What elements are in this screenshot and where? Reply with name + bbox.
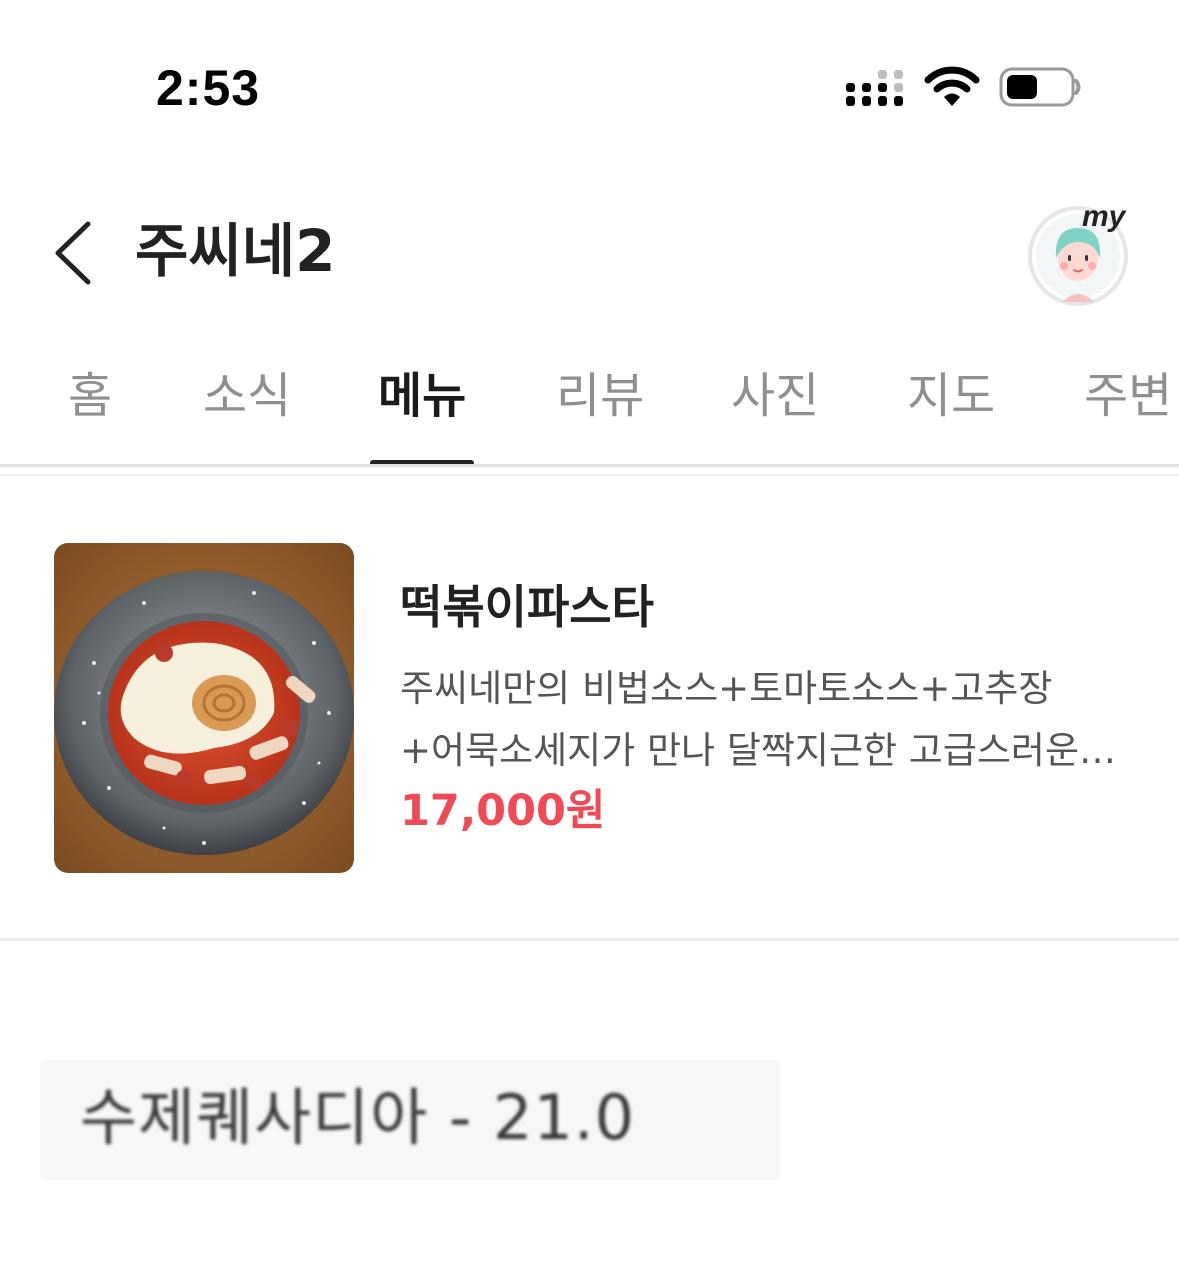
- wifi-icon: [924, 66, 980, 106]
- food-photo: [54, 543, 354, 873]
- menu-item[interactable]: 떡볶이파스타 주씨네만의 비법소스+토마토소스+고추장+어묵소세지가 만나 달짝…: [0, 478, 1179, 938]
- tab-nearby[interactable]: 주변: [1084, 364, 1172, 428]
- my-profile-button[interactable]: my: [1024, 198, 1142, 310]
- tab-home[interactable]: 홈: [68, 364, 112, 428]
- status-time: 2:53: [156, 60, 261, 116]
- tab-photos[interactable]: 사진: [731, 364, 819, 428]
- status-bar: 2:53: [0, 0, 1179, 150]
- menu-item-description: 주씨네만의 비법소스+토마토소스+고추장+어묵소세지가 만나 달짝지근한 고급스…: [400, 667, 1080, 772]
- menu-section-header: 수제퀘사디아 - 21.0: [40, 1060, 780, 1180]
- divider: [0, 464, 1179, 467]
- tab-menu[interactable]: 메뉴: [378, 364, 466, 428]
- divider: [0, 938, 1179, 941]
- menu-item-name: 떡볶이파스타: [400, 580, 654, 634]
- menu-section-title: 수제퀘사디아 - 21.0: [80, 1081, 636, 1154]
- page-title: 주씨네2: [135, 217, 336, 285]
- cellular-signal-icon: [846, 70, 903, 106]
- battery-icon: [999, 67, 1081, 107]
- menu-item-price: 17,000원: [400, 786, 606, 836]
- tab-map[interactable]: 지도: [907, 364, 995, 428]
- tab-bar: 홈 소식 메뉴 리뷰 사진 지도 주변: [0, 340, 1179, 468]
- divider: [0, 474, 1179, 476]
- header: 주씨네2 my: [0, 180, 1179, 330]
- my-label: my: [1082, 200, 1127, 233]
- tab-news[interactable]: 소식: [203, 364, 291, 428]
- tab-reviews[interactable]: 리뷰: [556, 364, 644, 428]
- chevron-left-icon[interactable]: [40, 216, 110, 286]
